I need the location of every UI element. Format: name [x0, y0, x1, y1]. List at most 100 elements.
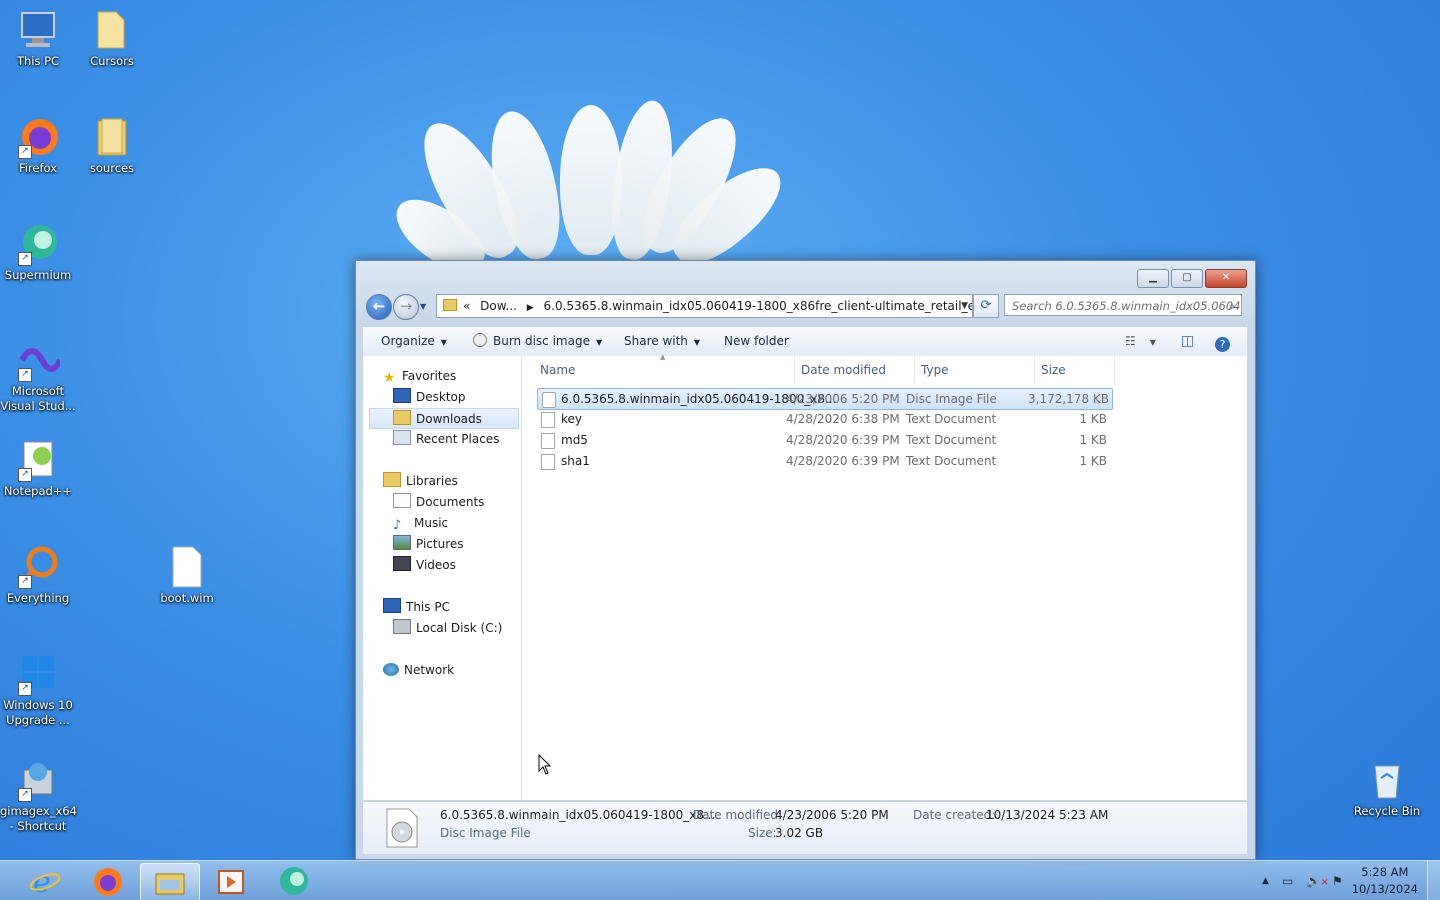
details-date-created: 10/13/2024 5:23 AM [986, 808, 1109, 822]
desktop-icon-gimagex[interactable]: ↗ gimagex_x64 - Shortcut [0, 758, 77, 834]
media-player-icon [218, 870, 244, 894]
details-pane: 6.0.5365.8.winmain_idx05.060419-1800_x8.… [363, 801, 1247, 854]
column-separator[interactable] [1034, 356, 1035, 384]
taskbar-supermium[interactable] [265, 863, 323, 899]
desktop-icon-windows10-upgrade[interactable]: ↗ Windows 10 Upgrade ... [0, 652, 76, 728]
organize-button[interactable]: Organize ▼ [381, 328, 447, 356]
taskbar-firefox[interactable] [79, 863, 137, 899]
new-folder-button[interactable]: New folder [724, 328, 789, 356]
sort-indicator-icon: ▲ [660, 353, 666, 361]
gimagex-icon: ↗ [16, 758, 60, 802]
volume-muted-icon[interactable]: 🔈✕ [1306, 861, 1329, 900]
desktop-icon-this-pc[interactable]: This PC [0, 8, 76, 69]
file-list: Name ▲ Date modified Type Size 6.0.5365.… [522, 353, 1247, 800]
text-document-icon [541, 412, 555, 428]
column-header-date[interactable]: Date modified [801, 356, 886, 384]
nav-desktop[interactable]: Desktop [393, 387, 466, 408]
close-button[interactable]: ✕ [1205, 269, 1247, 288]
column-header-size[interactable]: Size [1041, 356, 1066, 384]
action-center-icon[interactable]: ▭ [1282, 861, 1293, 900]
everything-search-icon: ↗ [16, 545, 60, 589]
preview-pane-button[interactable]: ◫ [1181, 328, 1194, 356]
share-with-button[interactable]: Share with ▼ [624, 328, 700, 356]
shortcut-arrow-icon: ↗ [18, 368, 32, 382]
firefox-icon [94, 868, 122, 896]
chevron-down-icon: ▼ [595, 338, 603, 347]
file-row[interactable]: key 4/28/2020 6:38 PM Text Document 1 KB [537, 409, 1111, 429]
details-file-type: Disc Image File [440, 826, 531, 840]
supermium-icon [280, 867, 308, 895]
shortcut-arrow-icon: ↗ [18, 788, 32, 802]
star-icon: ★ [383, 370, 396, 386]
search-input[interactable]: Search 6.0.5365.8.winmain_idx05.0604... … [1004, 294, 1242, 316]
desktop-icon-cursors[interactable]: Cursors [74, 8, 150, 69]
nav-favorites[interactable]: ★ Favorites [383, 366, 456, 387]
chevron-down-icon: ▼ [693, 338, 701, 347]
taskbar: e ▲ ▭ 🔈✕ ⚑ 5:28 AM 10/13/2024 [0, 860, 1440, 900]
desktop-icon-notepadpp[interactable]: ↗ Notepad++ [0, 438, 76, 499]
nav-network[interactable]: Network [383, 660, 454, 681]
recycle-bin-icon [1365, 758, 1409, 802]
system-clock[interactable]: 5:28 AM 10/13/2024 [1352, 864, 1418, 898]
nav-videos[interactable]: Videos [393, 555, 456, 576]
nav-recent-places[interactable]: Recent Places [393, 429, 499, 450]
nav-music[interactable]: ♪ Music [393, 513, 448, 534]
back-button[interactable]: ← [366, 294, 392, 320]
caption-buttons: ▁ ▢ ✕ [1137, 269, 1247, 288]
column-separator[interactable] [1114, 356, 1115, 384]
address-bar[interactable]: « Dow... ▶ 6.0.5365.8.winmain_idx05.0604… [436, 294, 973, 318]
change-view-button[interactable]: ☷ ▼ [1125, 328, 1156, 356]
address-dropdown-icon[interactable]: ▼ [961, 295, 968, 317]
details-file-name: 6.0.5365.8.winmain_idx05.060419-1800_x8.… [440, 808, 716, 822]
videos-icon [393, 556, 411, 571]
desktop-icon-everything[interactable]: ↗ Everything [0, 545, 76, 606]
refresh-button[interactable]: ⟳ [973, 294, 999, 318]
breadcrumb-separator-icon[interactable]: ▶ [527, 303, 534, 313]
flag-icon[interactable]: ⚑ [1332, 861, 1343, 900]
desktop-icon-visual-studio[interactable]: ↗ Microsoft Visual Stud... [0, 338, 76, 414]
shortcut-arrow-icon: ↗ [18, 468, 32, 482]
desktop-icon-firefox[interactable]: ↗ Firefox [0, 115, 76, 176]
forward-button[interactable]: → [393, 294, 419, 320]
column-separator[interactable] [914, 356, 915, 384]
minimize-button[interactable]: ▁ [1137, 269, 1169, 288]
nav-this-pc[interactable]: This PC [383, 597, 450, 618]
taskbar-internet-explorer[interactable]: e [16, 863, 74, 900]
folder-icon [443, 299, 457, 311]
column-header-type[interactable]: Type [921, 356, 949, 384]
desktop-icon-sources[interactable]: sources [74, 115, 150, 176]
breadcrumb-downloads[interactable]: Dow... [480, 299, 517, 313]
supermium-icon: ↗ [16, 222, 60, 266]
nav-libraries[interactable]: Libraries [383, 471, 458, 492]
visual-studio-icon: ↗ [16, 338, 63, 382]
column-header-name[interactable]: Name [540, 356, 575, 384]
help-button[interactable]: ? [1215, 328, 1230, 356]
command-bar: Organize ▼ Burn disc image ▼ Share with ▼ N… [363, 327, 1247, 357]
search-icon[interactable]: ⌕ [1229, 295, 1235, 315]
file-row[interactable]: md5 4/28/2020 6:39 PM Text Document 1 KB [537, 430, 1111, 450]
recent-pages-dropdown-icon[interactable]: ▼ [420, 302, 426, 311]
breadcrumb-current-folder[interactable]: 6.0.5365.8.winmain_idx05.060419-1800_x86… [544, 299, 973, 313]
libraries-icon [383, 472, 401, 487]
taskbar-media-player[interactable] [202, 863, 260, 899]
show-hidden-icons-button[interactable]: ▲ [1262, 861, 1269, 900]
explorer-window[interactable]: ▁ ▢ ✕ ← → ▼ « Dow... ▶ 6.0.5365.8.winmai… [355, 260, 1256, 860]
file-row[interactable]: sha1 4/28/2020 6:39 PM Text Document 1 K… [537, 451, 1111, 471]
nav-downloads[interactable]: Downloads [369, 408, 519, 429]
desktop-icon-supermium[interactable]: ↗ Supermium [0, 222, 76, 283]
taskbar-file-explorer[interactable] [140, 863, 200, 900]
maximize-button[interactable]: ▢ [1171, 269, 1203, 288]
recent-places-icon [393, 430, 411, 445]
nav-local-disk[interactable]: Local Disk (C:) [393, 618, 502, 639]
text-document-icon [541, 433, 555, 449]
show-desktop-button[interactable] [1427, 861, 1440, 900]
nav-documents[interactable]: Documents [393, 492, 484, 513]
shortcut-arrow-icon: ↗ [18, 682, 32, 696]
column-separator[interactable] [794, 356, 795, 384]
documents-icon [393, 493, 411, 508]
nav-pictures[interactable]: Pictures [393, 534, 464, 555]
desktop-icon-boot-wim[interactable]: boot.wim [149, 545, 225, 606]
file-row[interactable]: 6.0.5365.8.winmain_idx05.060419-1800_x8.… [537, 388, 1113, 410]
burn-disc-image-button[interactable]: Burn disc image ▼ [473, 328, 602, 356]
desktop-icon-recycle-bin[interactable]: Recycle Bin [1349, 758, 1425, 819]
